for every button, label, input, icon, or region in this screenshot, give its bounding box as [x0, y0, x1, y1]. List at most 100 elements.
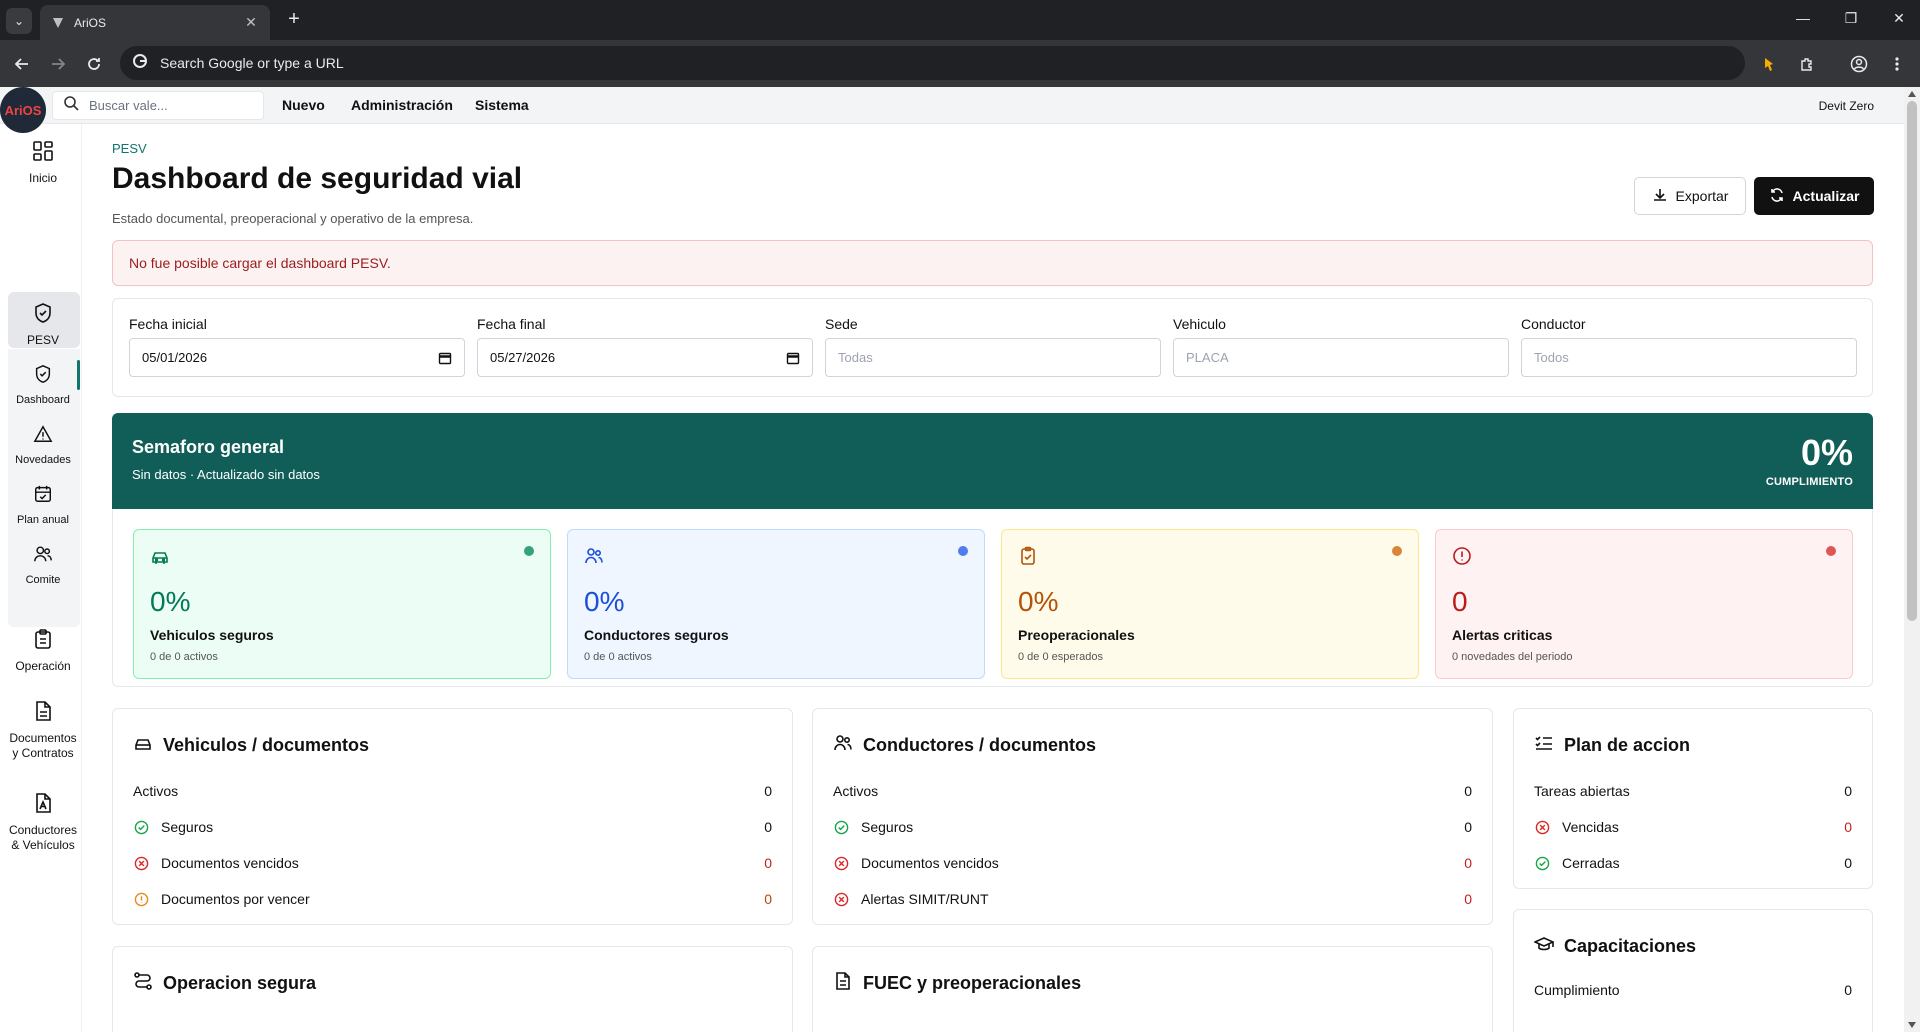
card-header: Conductores / documentos	[833, 733, 1096, 758]
row-label: Documentos por vencer	[161, 891, 310, 907]
fecha-inicial-value: 05/01/2026	[142, 350, 208, 365]
search-icon	[63, 95, 79, 116]
row-label: Seguros	[161, 819, 214, 835]
card-title: Capacitaciones	[1564, 936, 1697, 956]
browser-menu-icon[interactable]	[1886, 53, 1908, 75]
reload-icon[interactable]	[82, 52, 106, 76]
row-label: Seguros	[861, 819, 914, 835]
row-simit-runt: Alertas SIMIT/RUNT 0	[833, 889, 1472, 909]
page-scrollbar[interactable]	[1904, 87, 1920, 1032]
conductor-input[interactable]: Todos	[1521, 338, 1857, 377]
filter-label: Sede	[825, 316, 858, 332]
sidebar-item-plan-anual[interactable]: Plan anual	[6, 484, 80, 528]
refresh-label: Actualizar	[1792, 188, 1860, 204]
tab-search-button[interactable]: ⌄	[6, 8, 32, 34]
filter-fecha-inicial: Fecha inicial 05/01/2026	[129, 316, 465, 377]
extensions-icon[interactable]	[1796, 53, 1818, 75]
profile-icon[interactable]	[1848, 53, 1870, 75]
row-activos: Activos 0	[133, 781, 772, 801]
sidebar-item-inicio[interactable]: Inicio	[6, 140, 80, 186]
app-logo[interactable]: AriOS	[0, 87, 46, 133]
filter-vehiculo: Vehiculo PLACA	[1173, 316, 1509, 377]
route-icon	[133, 971, 153, 996]
capacitaciones-card: Capacitaciones Cumplimiento 0	[1513, 909, 1873, 1032]
kpi-panel: 0% Vehiculos seguros 0 de 0 activos 0% C…	[112, 509, 1873, 687]
search-box[interactable]	[52, 91, 264, 120]
kpi-value: 0	[1452, 586, 1468, 617]
new-tab-button[interactable]: +	[282, 8, 306, 32]
close-window-icon[interactable]: ✕	[1884, 10, 1914, 27]
sidebar-item-label: Inicio	[28, 171, 57, 185]
sidebar-item-label: Conductores & Vehículos	[8, 823, 78, 852]
sidebar-item-dashboard[interactable]: Dashboard	[6, 364, 80, 408]
sidebar-item-novedades[interactable]: Novedades	[6, 424, 80, 468]
scroll-thumb[interactable]	[1907, 101, 1917, 621]
filter-conductor: Conductor Todos	[1521, 316, 1857, 377]
sidebar-item-conductores[interactable]: Conductores & Vehículos	[6, 792, 80, 853]
calendar-icon[interactable]	[438, 351, 452, 365]
app-viewport: AriOS Nuevo Administración Sistema Devit…	[0, 87, 1904, 1032]
page-eyebrow: PESV	[112, 141, 147, 156]
back-icon[interactable]	[10, 52, 34, 76]
tab-close-icon[interactable]: ✕	[242, 14, 260, 31]
card-header: Vehiculos / documentos	[133, 733, 369, 758]
scroll-up-icon[interactable]	[1908, 91, 1916, 97]
row-value: 0	[1464, 783, 1472, 799]
filter-fecha-final: Fecha final 05/27/2026	[477, 316, 813, 377]
address-text: Search Google or type a URL	[160, 55, 344, 71]
refresh-button[interactable]: Actualizar	[1754, 177, 1874, 215]
fecha-inicial-input[interactable]: 05/01/2026	[129, 338, 465, 377]
vehiculos-card: Vehiculos / documentos Activos 0 Seguros…	[112, 708, 793, 925]
sidebar-item-documentos[interactable]: Documentos y Contratos	[6, 700, 80, 761]
filter-label: Conductor	[1521, 316, 1586, 332]
search-input[interactable]	[89, 98, 239, 113]
menu-sistema[interactable]: Sistema	[475, 97, 529, 113]
fecha-final-input[interactable]: 05/27/2026	[477, 338, 813, 377]
row-value: 0	[1844, 819, 1852, 835]
kpi-sub: 0 de 0 activos	[150, 651, 218, 663]
card-title: Conductores / documentos	[863, 735, 1097, 755]
forward-icon[interactable]	[46, 52, 70, 76]
menu-administracion[interactable]: Administración	[351, 97, 453, 113]
clipboard-icon	[32, 628, 54, 655]
restore-icon[interactable]: ❐	[1836, 10, 1866, 27]
users-icon	[584, 546, 604, 566]
scroll-down-icon[interactable]	[1908, 1022, 1916, 1028]
page-subtitle: Estado documental, preoperacional y oper…	[112, 211, 474, 226]
semaforo-title: Semaforo general	[132, 437, 285, 457]
row-seguros: Seguros 0	[133, 817, 772, 837]
fecha-final-value: 05/27/2026	[490, 350, 556, 365]
warning-icon	[33, 424, 53, 449]
vehiculo-input[interactable]: PLACA	[1173, 338, 1509, 377]
sidebar-item-label: PESV	[26, 333, 59, 347]
card-header: FUEC y preoperacionales	[833, 971, 1081, 996]
car-icon	[133, 733, 153, 758]
card-title: FUEC y preoperacionales	[863, 973, 1082, 993]
sidebar-item-pesv[interactable]: PESV	[6, 302, 80, 348]
minimize-icon[interactable]: —	[1788, 10, 1818, 26]
row-cumplimiento: Cumplimiento 0	[1534, 980, 1852, 1000]
calendar-icon[interactable]	[786, 351, 800, 365]
export-button[interactable]: Exportar	[1634, 177, 1746, 215]
address-bar[interactable]: Search Google or type a URL	[120, 46, 1745, 80]
page-title: Dashboard de seguridad vial	[112, 162, 523, 195]
browser-tabstrip: ⌄ AriOS ✕ + — ❐ ✕	[0, 0, 1920, 40]
kpi-alertas: 0 Alertas criticas 0 novedades del perio…	[1435, 529, 1853, 679]
tab-title: AriOS	[74, 15, 107, 30]
menu-nuevo[interactable]: Nuevo	[282, 97, 325, 113]
row-cerradas: Cerradas 0	[1534, 853, 1852, 873]
sidebar-item-comite[interactable]: Comite	[6, 544, 80, 588]
row-label: Tareas abiertas	[1534, 783, 1630, 799]
user-name[interactable]: Devit Zero	[1819, 99, 1874, 113]
graduation-cap-icon	[1533, 934, 1555, 959]
bookmark-extension-icon[interactable]	[1758, 53, 1780, 75]
calendar-icon	[33, 484, 53, 509]
row-vencidas: Vencidas 0	[1534, 817, 1852, 837]
grid-icon	[32, 140, 54, 167]
sidebar-item-operacion[interactable]: Operación	[6, 628, 80, 674]
sede-input[interactable]: Todas	[825, 338, 1161, 377]
clipboard-check-icon	[1018, 546, 1038, 566]
plan-accion-card: Plan de accion Tareas abiertas 0 Vencida…	[1513, 708, 1873, 889]
sidebar-item-label: Operación	[15, 659, 71, 673]
browser-tab[interactable]: AriOS ✕	[40, 5, 270, 40]
